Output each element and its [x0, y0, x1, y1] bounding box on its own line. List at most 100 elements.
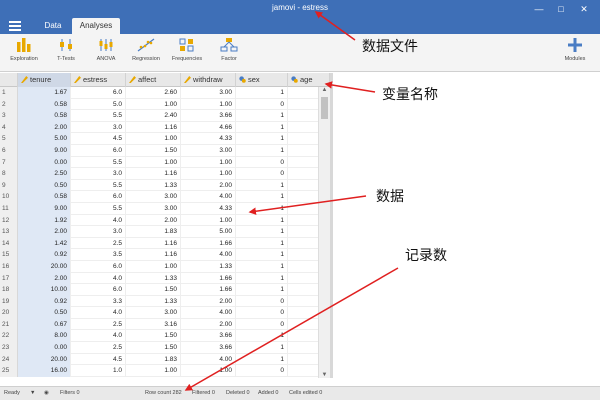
filter-icon[interactable]: ▼: [30, 390, 35, 396]
row-number[interactable]: 15: [0, 249, 18, 261]
cell-affect[interactable]: 1.50: [126, 330, 181, 343]
scrollbar-thumb[interactable]: [321, 97, 328, 119]
cell-withdraw[interactable]: 4.00: [181, 307, 236, 319]
cell-sex[interactable]: 1: [236, 179, 288, 192]
cell-sex[interactable]: 1: [236, 87, 288, 99]
cell-tenure[interactable]: 2.00: [18, 226, 71, 238]
column-header-tenure[interactable]: tenure: [18, 73, 71, 87]
cell-tenure[interactable]: 9.00: [18, 202, 71, 215]
cell-sex[interactable]: 1: [236, 330, 288, 343]
cell-affect[interactable]: 1.83: [126, 353, 181, 366]
cell-tenure[interactable]: 16.00: [18, 365, 71, 377]
cell-sex[interactable]: 1: [236, 144, 288, 157]
row-number[interactable]: 25: [0, 365, 18, 377]
row-number[interactable]: 4: [0, 121, 18, 134]
cell-sex[interactable]: 0: [236, 295, 288, 308]
regression-button[interactable]: Regression: [124, 37, 168, 69]
cell-estress[interactable]: 4.0: [71, 214, 126, 227]
cell-tenure[interactable]: 20.00: [18, 260, 71, 273]
cell-estress[interactable]: 1.0: [71, 365, 126, 377]
cell-estress[interactable]: 4.5: [71, 133, 126, 145]
cell-affect[interactable]: 1.33: [126, 179, 181, 192]
cell-withdraw[interactable]: 4.33: [181, 202, 236, 215]
cell-withdraw[interactable]: 2.00: [181, 179, 236, 192]
row-number[interactable]: 16: [0, 260, 18, 273]
cell-affect[interactable]: 3.16: [126, 318, 181, 331]
cell-sex[interactable]: 1: [236, 342, 288, 354]
cell-estress[interactable]: 6.0: [71, 191, 126, 203]
close-icon[interactable]: ✕: [577, 2, 591, 16]
cell-withdraw[interactable]: 4.00: [181, 353, 236, 366]
row-number[interactable]: 17: [0, 272, 18, 285]
cell-affect[interactable]: 1.16: [126, 249, 181, 261]
row-number[interactable]: 23: [0, 342, 18, 354]
tab-analyses[interactable]: Analyses: [72, 18, 120, 34]
cell-tenure[interactable]: 0.92: [18, 295, 71, 308]
row-number[interactable]: 12: [0, 214, 18, 227]
cell-sex[interactable]: 1: [236, 260, 288, 273]
cell-withdraw[interactable]: 2.00: [181, 295, 236, 308]
cell-withdraw[interactable]: 4.66: [181, 121, 236, 134]
cell-affect[interactable]: 1.16: [126, 168, 181, 180]
vertical-scrollbar[interactable]: ▲ ▼: [318, 87, 330, 378]
row-number[interactable]: 24: [0, 353, 18, 366]
cell-tenure[interactable]: 9.00: [18, 144, 71, 157]
cell-sex[interactable]: 0: [236, 98, 288, 111]
cell-tenure[interactable]: 0.50: [18, 307, 71, 319]
cell-estress[interactable]: 4.0: [71, 307, 126, 319]
cell-withdraw[interactable]: 3.66: [181, 110, 236, 122]
cell-affect[interactable]: 1.00: [126, 98, 181, 111]
cell-withdraw[interactable]: 3.66: [181, 330, 236, 343]
cell-tenure[interactable]: 1.42: [18, 237, 71, 250]
scroll-down-icon[interactable]: ▼: [319, 372, 330, 378]
row-number[interactable]: 14: [0, 237, 18, 250]
cell-affect[interactable]: 1.33: [126, 272, 181, 285]
cell-withdraw[interactable]: 1.00: [181, 98, 236, 111]
row-number[interactable]: 1: [0, 87, 18, 99]
cell-tenure[interactable]: 0.00: [18, 342, 71, 354]
cell-sex[interactable]: 0: [236, 307, 288, 319]
cell-tenure[interactable]: 2.00: [18, 121, 71, 134]
cell-tenure[interactable]: 1.92: [18, 214, 71, 227]
cell-sex[interactable]: 1: [236, 272, 288, 285]
cell-withdraw[interactable]: 1.66: [181, 272, 236, 285]
cell-withdraw[interactable]: 1.66: [181, 237, 236, 250]
row-number[interactable]: 5: [0, 133, 18, 145]
cell-tenure[interactable]: 1.67: [18, 87, 71, 99]
cell-affect[interactable]: 1.50: [126, 284, 181, 296]
row-number[interactable]: 18: [0, 284, 18, 296]
cell-sex[interactable]: 1: [236, 191, 288, 203]
cell-withdraw[interactable]: 4.33: [181, 133, 236, 145]
row-number[interactable]: 9: [0, 179, 18, 192]
cell-tenure[interactable]: 8.00: [18, 330, 71, 343]
cell-estress[interactable]: 6.0: [71, 260, 126, 273]
cell-estress[interactable]: 6.0: [71, 87, 126, 99]
cell-tenure[interactable]: 2.00: [18, 272, 71, 285]
cell-tenure[interactable]: 0.67: [18, 318, 71, 331]
cell-withdraw[interactable]: 4.00: [181, 249, 236, 261]
cell-withdraw[interactable]: 3.00: [181, 87, 236, 99]
corner-cell[interactable]: [0, 73, 18, 87]
anova-button[interactable]: ANOVA: [84, 37, 128, 69]
cell-affect[interactable]: 1.00: [126, 133, 181, 145]
cell-estress[interactable]: 6.0: [71, 144, 126, 157]
row-number[interactable]: 13: [0, 226, 18, 238]
column-header-estress[interactable]: estress: [71, 73, 126, 87]
cell-estress[interactable]: 5.5: [71, 156, 126, 169]
modules-button[interactable]: Modules: [553, 37, 597, 69]
column-header-withdraw[interactable]: withdraw: [181, 73, 236, 87]
cell-sex[interactable]: 0: [236, 168, 288, 180]
frequencies-button[interactable]: Frequencies: [165, 37, 209, 69]
cell-withdraw[interactable]: 1.66: [181, 284, 236, 296]
row-number[interactable]: 3: [0, 110, 18, 122]
cell-estress[interactable]: 5.5: [71, 202, 126, 215]
row-number[interactable]: 19: [0, 295, 18, 308]
cell-sex[interactable]: 1: [236, 202, 288, 215]
cell-estress[interactable]: 5.5: [71, 179, 126, 192]
cell-affect[interactable]: 3.00: [126, 202, 181, 215]
cell-estress[interactable]: 3.3: [71, 295, 126, 308]
cell-withdraw[interactable]: 1.00: [181, 365, 236, 377]
cell-estress[interactable]: 3.0: [71, 121, 126, 134]
cell-estress[interactable]: 2.5: [71, 237, 126, 250]
cell-sex[interactable]: 1: [236, 133, 288, 145]
